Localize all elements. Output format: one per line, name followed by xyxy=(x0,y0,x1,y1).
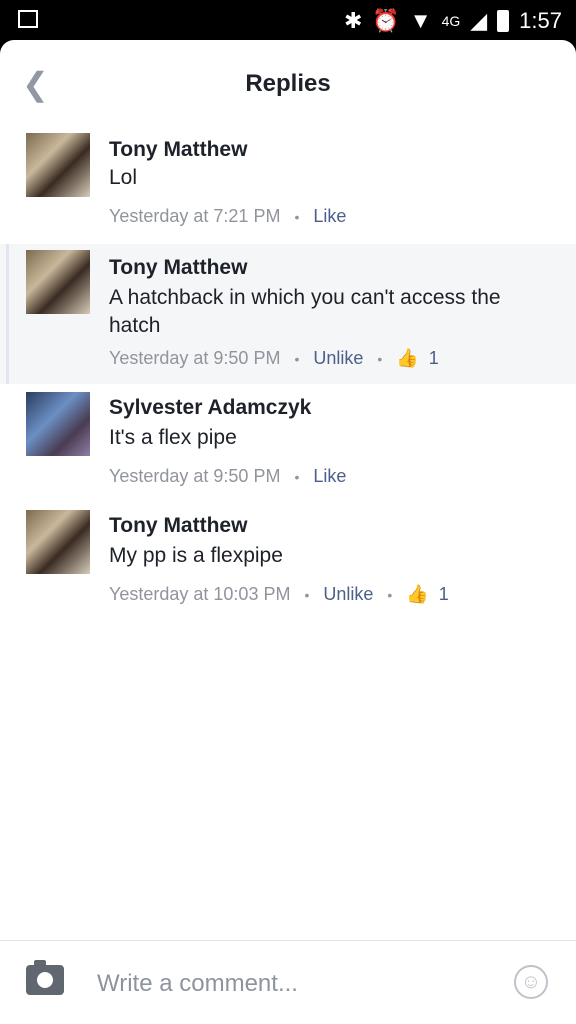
thumbs-up-icon: 👍 xyxy=(406,584,429,604)
image-icon xyxy=(18,10,38,28)
camera-icon[interactable] xyxy=(26,960,64,995)
comment-author[interactable]: Tony Matthew xyxy=(109,514,247,538)
comment-composer: ☺ xyxy=(0,940,576,1024)
comment-timestamp: Yesterday at 10:03 PM xyxy=(109,584,291,604)
avatar[interactable] xyxy=(26,133,90,197)
comment-author[interactable]: Tony Matthew xyxy=(109,256,247,280)
comment-author[interactable]: Sylvester Adamczyk xyxy=(109,396,311,420)
status-bar: ✱ ⏰ ▼ 4G ◢ 1:57 xyxy=(0,0,576,40)
separator-dot: • xyxy=(387,586,393,603)
comment-text: Lol xyxy=(109,166,138,189)
replies-sheet: ❮ Replies Tony Matthew Lol Yesterday at … xyxy=(0,40,576,1024)
like-count[interactable]: 1 xyxy=(429,348,439,369)
header: ❮ Replies xyxy=(0,40,576,130)
comment-meta: Yesterday at 9:50 PM • Like xyxy=(109,466,346,487)
comment-input[interactable] xyxy=(95,965,499,1003)
comment-meta: Yesterday at 10:03 PM • Unlike • 👍 1 xyxy=(109,584,449,605)
page-title: Replies xyxy=(245,70,331,97)
battery-icon xyxy=(497,10,510,32)
separator-dot: • xyxy=(294,468,300,485)
comment-author[interactable]: Tony Matthew xyxy=(109,138,247,162)
avatar[interactable] xyxy=(26,250,90,314)
like-button[interactable]: Like xyxy=(313,206,346,227)
clock: 1:57 xyxy=(519,8,562,33)
comment-item: Tony Matthew A hatchback in which you ca… xyxy=(0,244,576,384)
unlike-button[interactable]: Unlike xyxy=(323,584,373,605)
comment-text: A hatchback in which you can't access th… xyxy=(109,286,501,337)
like-button[interactable]: Like xyxy=(313,466,346,487)
comment-text: It's a flex pipe xyxy=(109,426,237,449)
separator-dot: • xyxy=(377,350,383,367)
separator-dot: • xyxy=(294,208,300,225)
bluetooth-icon: ✱ xyxy=(343,8,363,33)
alarm-icon: ⏰ xyxy=(372,8,400,33)
comment-item: Tony Matthew Lol Yesterday at 7:21 PM • … xyxy=(0,130,576,244)
signal-icon: ◢ xyxy=(470,8,488,33)
like-count[interactable]: 1 xyxy=(439,584,449,605)
comment-meta: Yesterday at 9:50 PM • Unlike • 👍 1 xyxy=(109,348,439,369)
comment-item: Sylvester Adamczyk It's a flex pipe Yest… xyxy=(0,384,576,502)
avatar[interactable] xyxy=(26,392,90,456)
comment-meta: Yesterday at 7:21 PM • Like xyxy=(109,206,346,227)
comment-item: Tony Matthew My pp is a flexpipe Yesterd… xyxy=(0,502,576,622)
comment-timestamp: Yesterday at 9:50 PM xyxy=(109,348,281,368)
emoji-icon[interactable]: ☺ xyxy=(514,965,548,999)
unlike-button[interactable]: Unlike xyxy=(313,348,363,369)
comment-timestamp: Yesterday at 9:50 PM xyxy=(109,466,281,486)
wifi-icon: ▼ xyxy=(409,8,432,33)
network-type: 4G xyxy=(441,13,461,29)
separator-dot: • xyxy=(294,350,300,367)
comment-text: My pp is a flexpipe xyxy=(109,544,283,567)
comment-timestamp: Yesterday at 7:21 PM xyxy=(109,206,281,226)
thumbs-up-icon: 👍 xyxy=(396,348,419,368)
avatar[interactable] xyxy=(26,510,90,574)
separator-dot: • xyxy=(304,586,310,603)
